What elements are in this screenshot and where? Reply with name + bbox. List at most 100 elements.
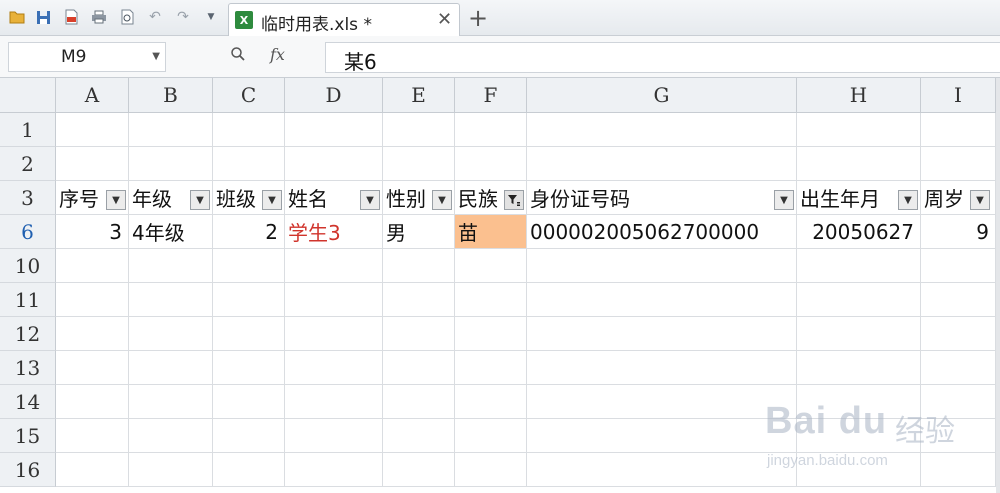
empty-cell[interactable] — [527, 147, 797, 181]
empty-cell[interactable] — [56, 385, 129, 419]
empty-cell[interactable] — [129, 453, 213, 487]
empty-cell[interactable] — [921, 147, 996, 181]
column-header-a[interactable]: A — [56, 78, 129, 113]
empty-cell[interactable] — [285, 419, 383, 453]
row-header-3[interactable]: 3 — [0, 181, 56, 215]
column-header-i[interactable]: I — [921, 78, 996, 113]
empty-cell[interactable] — [56, 113, 129, 147]
cell-id-number[interactable]: 000002005062700000 — [527, 215, 797, 249]
row-header-11[interactable]: 11 — [0, 283, 56, 317]
row-header-16[interactable]: 16 — [0, 453, 56, 487]
empty-cell[interactable] — [527, 249, 797, 283]
filter-dropdown-seq[interactable]: ▼ — [106, 190, 126, 210]
empty-cell[interactable] — [383, 351, 455, 385]
empty-cell[interactable] — [527, 113, 797, 147]
empty-cell[interactable] — [56, 453, 129, 487]
empty-cell[interactable] — [797, 283, 921, 317]
empty-cell[interactable] — [285, 317, 383, 351]
filter-active-icon[interactable] — [504, 190, 524, 210]
select-all-corner[interactable] — [0, 78, 56, 113]
filter-dropdown-name[interactable]: ▼ — [360, 190, 380, 210]
empty-cell[interactable] — [797, 317, 921, 351]
empty-cell[interactable] — [129, 113, 213, 147]
filter-dropdown-age[interactable]: ▼ — [970, 190, 990, 210]
cell-name[interactable]: 学生3 — [285, 215, 383, 249]
empty-cell[interactable] — [129, 283, 213, 317]
empty-cell[interactable] — [129, 351, 213, 385]
cell-seq[interactable]: 3 — [56, 215, 129, 249]
cell-age[interactable]: 9 — [921, 215, 996, 249]
empty-cell[interactable] — [455, 419, 527, 453]
cell-birth[interactable]: 20050627 — [797, 215, 921, 249]
empty-cell[interactable] — [213, 283, 285, 317]
column-header-b[interactable]: B — [129, 78, 213, 113]
empty-cell[interactable] — [285, 147, 383, 181]
empty-cell[interactable] — [797, 147, 921, 181]
empty-cell[interactable] — [129, 317, 213, 351]
cell-gender[interactable]: 男 — [383, 215, 455, 249]
header-cell-id-number[interactable]: 身份证号码 — [527, 181, 797, 215]
undo-icon[interactable]: ↶ — [146, 8, 164, 26]
empty-cell[interactable] — [213, 113, 285, 147]
filter-dropdown-id-number[interactable]: ▼ — [774, 190, 794, 210]
empty-cell[interactable] — [455, 249, 527, 283]
filter-dropdown-birth[interactable]: ▼ — [898, 190, 918, 210]
empty-cell[interactable] — [56, 283, 129, 317]
cell-ethnicity[interactable]: 苗 — [455, 215, 527, 249]
name-box[interactable]: M9 ▼ — [8, 42, 166, 72]
empty-cell[interactable] — [455, 453, 527, 487]
tab-temp-sheet[interactable]: X 临时用表.xls * ✕ — [228, 3, 460, 36]
column-header-f[interactable]: F — [455, 78, 527, 113]
empty-cell[interactable] — [56, 147, 129, 181]
zoom-search-icon[interactable] — [230, 46, 246, 66]
empty-cell[interactable] — [527, 453, 797, 487]
empty-cell[interactable] — [527, 385, 797, 419]
empty-cell[interactable] — [455, 385, 527, 419]
filter-dropdown-gender[interactable]: ▼ — [432, 190, 452, 210]
empty-cell[interactable] — [213, 249, 285, 283]
export-pdf-icon[interactable] — [62, 8, 80, 26]
empty-cell[interactable] — [213, 385, 285, 419]
empty-cell[interactable] — [285, 453, 383, 487]
empty-cell[interactable] — [455, 113, 527, 147]
dropdown-icon[interactable]: ▼ — [202, 8, 220, 26]
empty-cell[interactable] — [455, 283, 527, 317]
column-header-g[interactable]: G — [527, 78, 797, 113]
empty-cell[interactable] — [285, 249, 383, 283]
empty-cell[interactable] — [455, 351, 527, 385]
empty-cell[interactable] — [56, 317, 129, 351]
column-header-d[interactable]: D — [285, 78, 383, 113]
row-header-12[interactable]: 12 — [0, 317, 56, 351]
row-header-10[interactable]: 10 — [0, 249, 56, 283]
empty-cell[interactable] — [527, 317, 797, 351]
empty-cell[interactable] — [56, 249, 129, 283]
empty-cell[interactable] — [213, 147, 285, 181]
empty-cell[interactable] — [455, 317, 527, 351]
filter-dropdown-class[interactable]: ▼ — [262, 190, 282, 210]
empty-cell[interactable] — [797, 113, 921, 147]
empty-cell[interactable] — [129, 249, 213, 283]
row-header-15[interactable]: 15 — [0, 419, 56, 453]
empty-cell[interactable] — [285, 283, 383, 317]
empty-cell[interactable] — [383, 147, 455, 181]
save-icon[interactable] — [34, 8, 52, 26]
empty-cell[interactable] — [213, 351, 285, 385]
empty-cell[interactable] — [527, 351, 797, 385]
row-header-1[interactable]: 1 — [0, 113, 56, 147]
empty-cell[interactable] — [383, 283, 455, 317]
empty-cell[interactable] — [56, 419, 129, 453]
empty-cell[interactable] — [921, 113, 996, 147]
empty-cell[interactable] — [921, 317, 996, 351]
empty-cell[interactable] — [455, 147, 527, 181]
empty-cell[interactable] — [129, 419, 213, 453]
redo-icon[interactable]: ↷ — [174, 8, 192, 26]
empty-cell[interactable] — [527, 283, 797, 317]
new-tab-button[interactable]: + — [468, 4, 488, 32]
row-header-14[interactable]: 14 — [0, 385, 56, 419]
empty-cell[interactable] — [383, 113, 455, 147]
column-header-h[interactable]: H — [797, 78, 921, 113]
row-header-2[interactable]: 2 — [0, 147, 56, 181]
column-header-e[interactable]: E — [383, 78, 455, 113]
formula-input[interactable]: 某6 — [325, 42, 1000, 74]
fx-icon[interactable]: fx — [270, 45, 285, 64]
